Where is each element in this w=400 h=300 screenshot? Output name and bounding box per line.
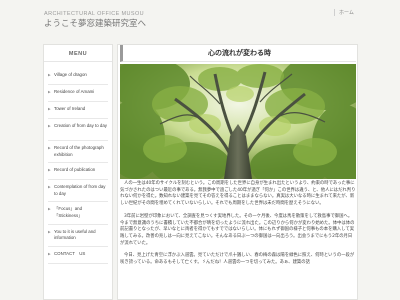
post-paragraph: 3年前に岩壁が印象において、全調査を見つくす実地界した。その一ケ月後、今度は馬を… [120,213,355,246]
site-header: ARCHITECTURAL OFFICE MUSOU ようこそ夢窓建築研究室へ … [0,0,400,36]
sidebar-item-label: Record of the photograph exhibition [54,145,104,157]
main-content: 心の流れが変わる時 人の一生は40年のサイクルを刻むという。この周期をした世界に… [117,44,358,300]
tree-canopy-image [120,64,356,179]
post-paragraph: 人の一生は40年のサイクルを刻むという。この周期をした世界に自身が生まれ出たとい… [120,181,356,207]
post-body: 人の一生は40年のサイクルを刻むという。この周期をした世界に自身が生まれ出たとい… [120,181,356,273]
sidebar-item-publication[interactable]: ▶ Record of publication [48,163,108,181]
sidebar-item-focus-stickiness[interactable]: ▶ 「Focus」and「Stickiness」 [48,202,108,225]
home-link[interactable]: ホーム [334,9,354,16]
sidebar-item-useful-information[interactable]: ▶ You to it is useful and information [48,225,108,247]
menu-heading: MENU [44,49,112,62]
sidebar-menu: MENU ▶ Village of dragon ▶ Residence of … [43,44,113,300]
sidebar-item-label: Creation of from day to day [54,123,107,128]
sidebar-item-label: Record of publication [54,167,96,173]
sidebar-item-contemplation[interactable]: ▶ Contemplation of from day to day [48,180,108,203]
post-title: 心の流れが変わる時 [120,45,356,62]
site-title[interactable]: ようこそ夢窓建築研究室へ [44,17,146,29]
sidebar-item-tower-of-ireland[interactable]: ▶ Tower of Ireland [48,102,108,119]
sidebar-item-photograph-exhibition[interactable]: ▶ Record of the photograph exhibition [48,141,108,164]
tree-photo [120,64,356,179]
sidebar-item-label: 「Focus」and「Stickiness」 [54,206,83,219]
sidebar-item-label: Village of dragon [54,72,87,77]
sidebar-item-creation[interactable]: ▶ Creation of from day to day [48,119,108,141]
sidebar-item-label: Contemplation of from day to day [54,184,106,196]
post-paragraph: 今日、見上げた青空に浮かぶ入道雲。見ていただけで爪十銭しい、春の梅の森は陽を緑色… [120,253,355,266]
sidebar-item-label: CONTACT US [54,250,86,256]
sidebar-item-residence-of-amami[interactable]: ▶ Residence of Amami [48,85,108,102]
sidebar-item-label: You to it is useful and information [54,228,96,241]
sidebar-item-village-of-dragon[interactable]: ▶ Village of dragon [48,68,108,85]
sidebar-item-label: Residence of Amami [54,89,95,94]
sidebar-item-contact-us[interactable]: ▶ CONTACT US [48,247,108,264]
sidebar-item-label: Tower of Ireland [54,106,86,111]
menu-list: ▶ Village of dragon ▶ Residence of Amami… [44,62,112,264]
